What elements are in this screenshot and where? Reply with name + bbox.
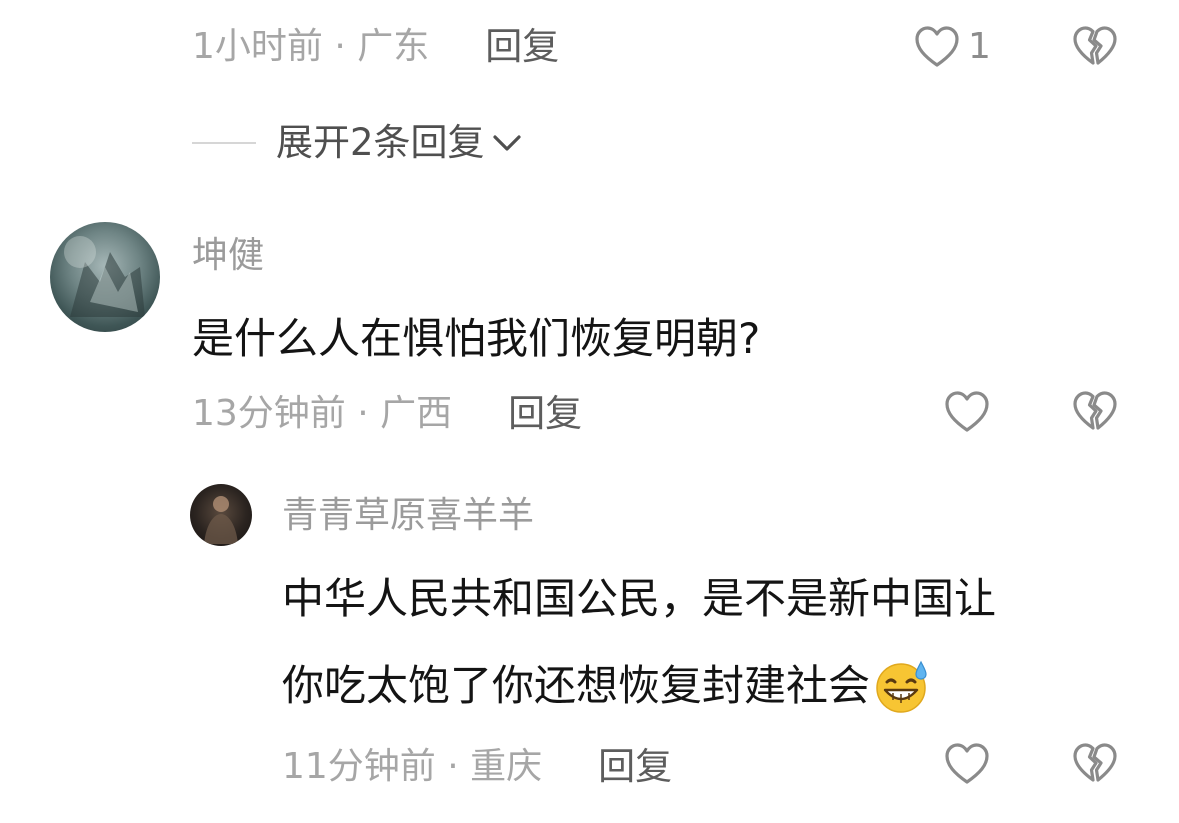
chevron-down-icon (492, 134, 521, 151)
broken-heart-icon (1073, 743, 1117, 782)
avatar[interactable] (50, 222, 160, 332)
divider (192, 141, 256, 144)
reply-text-line-2-row: 你吃太饱了你还想恢复封建社会 (282, 658, 932, 714)
like-count: 1 (968, 26, 991, 67)
expand-replies-label: 展开2条回复 (276, 121, 485, 164)
heart-outline-icon (945, 391, 989, 432)
like-button[interactable] (944, 390, 990, 434)
comment-text: 是什么人在惧怕我们恢复明朝? (192, 314, 761, 363)
comment-footer: 1小时前 · 广东 回复 (192, 28, 559, 65)
expand-replies-button[interactable]: 展开2条回复 (192, 124, 523, 161)
reply-button[interactable]: 回复 (485, 28, 559, 65)
dislike-button[interactable] (1072, 742, 1118, 786)
reply-text-line-2: 你吃太饱了你还想恢复封建社会 (282, 661, 871, 710)
reply-text-line-1: 中华人民共和国公民，是不是新中国让 (282, 574, 997, 623)
comment-username[interactable]: 坤健 (192, 238, 264, 274)
like-button[interactable] (944, 742, 990, 786)
comment-meta: 13分钟前 · 广西 (192, 392, 453, 434)
like-button[interactable]: 1 (914, 25, 991, 69)
comment-section: 1小时前 · 广东 回复 1 展开2条回复 坤健 是什么人在惧怕我们恢复明朝? … (0, 0, 1179, 823)
heart-outline-icon (945, 743, 989, 784)
comment-footer: 13分钟前 · 广西 回复 (192, 395, 582, 432)
comment-meta: 1小时前 · 广东 (192, 25, 430, 67)
dislike-button[interactable] (1072, 25, 1118, 69)
reply-meta: 11分钟前 · 重庆 (282, 745, 543, 787)
avatar[interactable] (190, 484, 252, 546)
sweat-smile-emoji-icon (876, 660, 927, 713)
reply-username[interactable]: 青青草原喜羊羊 (282, 498, 534, 534)
reply-button[interactable]: 回复 (598, 748, 672, 785)
reply-footer: 11分钟前 · 重庆 回复 (282, 748, 672, 785)
avatar-image (64, 236, 145, 317)
avatar-image (204, 496, 238, 544)
broken-heart-icon (1073, 391, 1117, 430)
broken-heart-icon (1073, 26, 1117, 65)
dislike-button[interactable] (1072, 390, 1118, 434)
heart-outline-icon (915, 26, 959, 67)
reply-button[interactable]: 回复 (508, 395, 582, 432)
